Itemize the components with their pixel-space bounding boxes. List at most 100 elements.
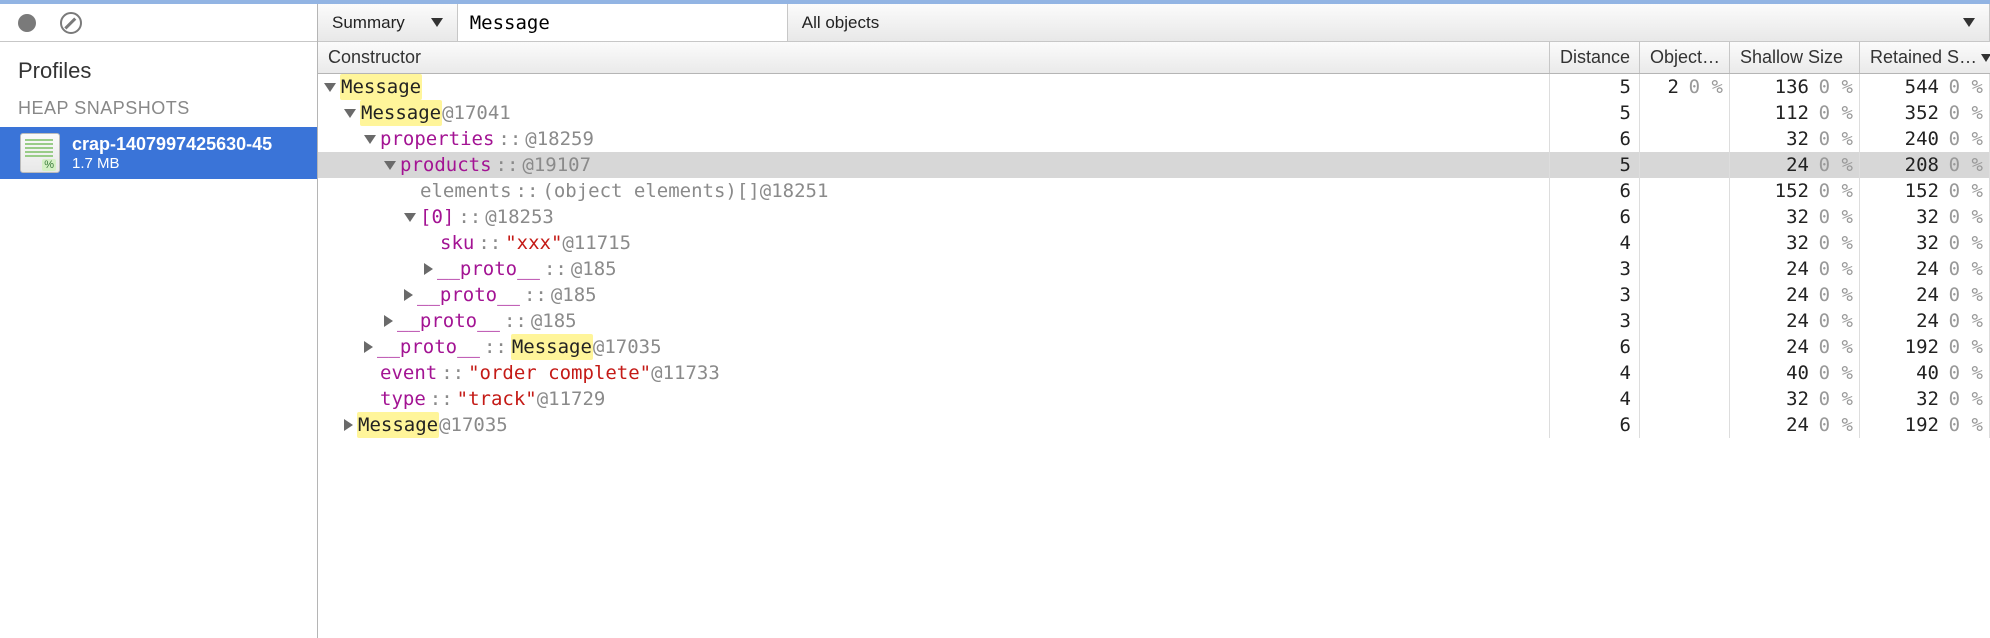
disclosure-triangle-icon[interactable] (424, 263, 433, 275)
column-header: Constructor Distance Object… Shallow Siz… (318, 42, 1990, 74)
sidebar: Profiles HEAP SNAPSHOTS crap-14079974256… (0, 4, 318, 638)
row-name-cell: Message @17035 (318, 412, 1550, 438)
row-retained-size: 5440 % (1860, 74, 1990, 100)
row-distance: 4 (1550, 230, 1640, 256)
col-retained-size[interactable]: Retained S… (1860, 42, 1990, 73)
disclosure-triangle-icon[interactable] (404, 289, 413, 301)
row-objects (1640, 334, 1730, 360)
row-retained-size: 2080 % (1860, 152, 1990, 178)
class-filter-field[interactable] (458, 4, 787, 41)
col-constructor[interactable]: Constructor (318, 42, 1550, 73)
row-name-cell: elements :: (object elements)[] @18251 (318, 178, 1550, 204)
row-objects (1640, 100, 1730, 126)
tree-row[interactable]: __proto__ :: Message @170356240 %1920 % (318, 334, 1990, 360)
row-shallow-size: 240 % (1730, 412, 1860, 438)
row-distance: 5 (1550, 74, 1640, 100)
scope-select[interactable]: All objects (788, 4, 1990, 41)
row-objects (1640, 152, 1730, 178)
snapshot-icon (20, 133, 60, 173)
tree-row[interactable]: [0] :: @182536320 %320 % (318, 204, 1990, 230)
row-shallow-size: 240 % (1730, 152, 1860, 178)
sidebar-title: Profiles (0, 42, 317, 94)
row-objects (1640, 360, 1730, 386)
view-mode-select[interactable]: Summary (318, 4, 458, 41)
tree-row[interactable]: __proto__ :: @1853240 %240 % (318, 256, 1990, 282)
tree-row[interactable]: products :: @191075240 %2080 % (318, 152, 1990, 178)
row-retained-size: 2400 % (1860, 126, 1990, 152)
row-distance: 6 (1550, 334, 1640, 360)
snapshot-name: crap-1407997425630-45 (72, 134, 272, 155)
row-shallow-size: 240 % (1730, 308, 1860, 334)
row-distance: 5 (1550, 152, 1640, 178)
snapshot-item[interactable]: crap-1407997425630-45 1.7 MB (0, 127, 317, 179)
row-retained-size: 1520 % (1860, 178, 1990, 204)
row-retained-size: 400 % (1860, 360, 1990, 386)
row-retained-size: 320 % (1860, 204, 1990, 230)
row-shallow-size: 320 % (1730, 386, 1860, 412)
disclosure-triangle-icon[interactable] (344, 419, 353, 431)
tree-row[interactable]: Message @1704151120 %3520 % (318, 100, 1990, 126)
tree-row[interactable]: Message520 %1360 %5440 % (318, 74, 1990, 100)
disclosure-triangle-icon[interactable] (384, 161, 396, 170)
row-distance: 6 (1550, 126, 1640, 152)
disclosure-triangle-icon[interactable] (364, 341, 373, 353)
row-distance: 3 (1550, 308, 1640, 334)
disclosure-triangle-icon[interactable] (404, 213, 416, 222)
top-toolbar: Summary All objects (318, 4, 1990, 42)
row-objects: 20 % (1640, 74, 1730, 100)
main-panel: Summary All objects Constructor Distance… (318, 4, 1990, 638)
row-retained-size: 1920 % (1860, 334, 1990, 360)
sort-desc-icon (1981, 54, 1990, 62)
row-objects (1640, 282, 1730, 308)
tree-row[interactable]: type :: "track" @117294320 %320 % (318, 386, 1990, 412)
row-name-cell: type :: "track" @11729 (318, 386, 1550, 412)
col-distance[interactable]: Distance (1550, 42, 1640, 73)
clear-icon[interactable] (60, 12, 82, 34)
row-shallow-size: 240 % (1730, 256, 1860, 282)
tree-row[interactable]: sku :: "xxx" @117154320 %320 % (318, 230, 1990, 256)
row-distance: 4 (1550, 386, 1640, 412)
tree-body[interactable]: Message520 %1360 %5440 %Message @1704151… (318, 74, 1990, 638)
row-retained-size: 320 % (1860, 230, 1990, 256)
disclosure-triangle-icon[interactable] (384, 315, 393, 327)
tree-row[interactable]: elements :: (object elements)[] @1825161… (318, 178, 1990, 204)
row-shallow-size: 1520 % (1730, 178, 1860, 204)
sidebar-group-heap-snapshots: HEAP SNAPSHOTS (0, 94, 317, 127)
row-name-cell: Message (318, 74, 1550, 100)
chevron-down-icon (1963, 18, 1975, 27)
row-objects (1640, 178, 1730, 204)
row-distance: 3 (1550, 282, 1640, 308)
row-shallow-size: 400 % (1730, 360, 1860, 386)
disclosure-triangle-icon[interactable] (364, 135, 376, 144)
record-icon[interactable] (18, 14, 36, 32)
row-objects (1640, 308, 1730, 334)
row-distance: 6 (1550, 204, 1640, 230)
disclosure-triangle-icon[interactable] (324, 83, 336, 92)
tree-row[interactable]: __proto__ :: @1853240 %240 % (318, 282, 1990, 308)
snapshot-text: crap-1407997425630-45 1.7 MB (72, 134, 272, 172)
disclosure-triangle-icon[interactable] (344, 109, 356, 118)
row-retained-size: 240 % (1860, 256, 1990, 282)
row-retained-size: 240 % (1860, 308, 1990, 334)
row-shallow-size: 320 % (1730, 230, 1860, 256)
row-name-cell: __proto__ :: @185 (318, 308, 1550, 334)
row-objects (1640, 256, 1730, 282)
row-distance: 4 (1550, 360, 1640, 386)
row-name-cell: __proto__ :: @185 (318, 282, 1550, 308)
class-filter-input[interactable] (458, 4, 788, 41)
row-name-cell: properties :: @18259 (318, 126, 1550, 152)
col-shallow-size[interactable]: Shallow Size (1730, 42, 1860, 73)
sidebar-toolbar (0, 4, 317, 42)
tree-row[interactable]: properties :: @182596320 %2400 % (318, 126, 1990, 152)
tree-row[interactable]: event :: "order complete" @117334400 %40… (318, 360, 1990, 386)
row-distance: 3 (1550, 256, 1640, 282)
row-name-cell: [0] :: @18253 (318, 204, 1550, 230)
row-shallow-size: 240 % (1730, 282, 1860, 308)
row-retained-size: 1920 % (1860, 412, 1990, 438)
view-mode-label: Summary (332, 13, 405, 33)
row-objects (1640, 230, 1730, 256)
col-objects[interactable]: Object… (1640, 42, 1730, 73)
tree-row[interactable]: Message @170356240 %1920 % (318, 412, 1990, 438)
row-name-cell: __proto__ :: Message @17035 (318, 334, 1550, 360)
tree-row[interactable]: __proto__ :: @1853 240 %240 % (318, 308, 1990, 334)
